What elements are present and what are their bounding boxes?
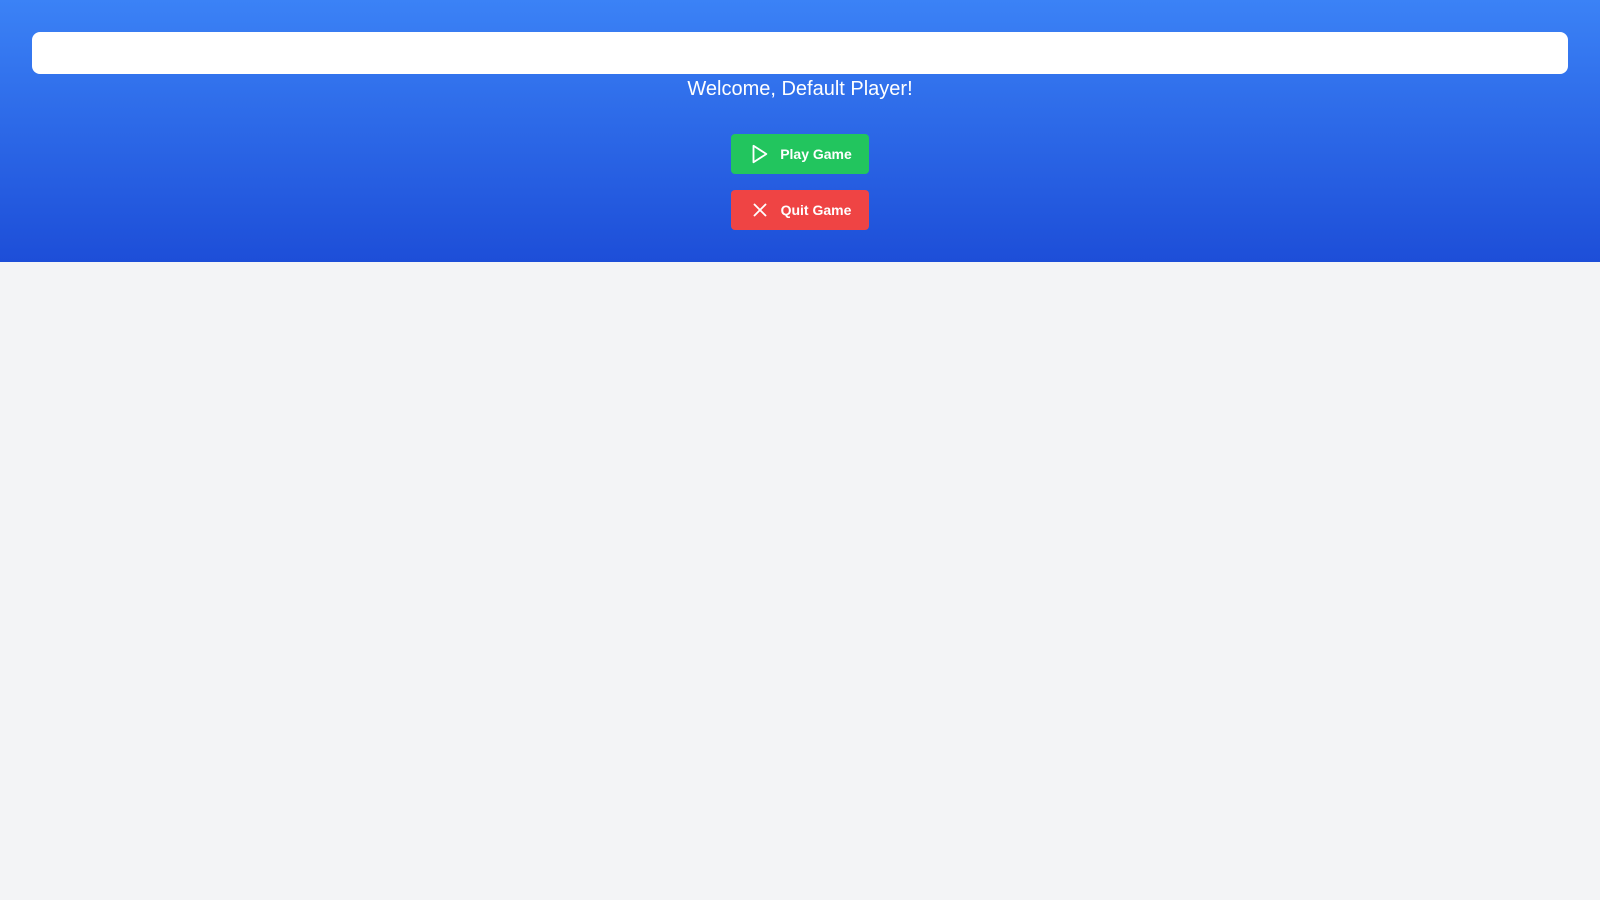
play-game-button[interactable]: Play Game: [731, 134, 869, 174]
top-bar: [32, 32, 1568, 74]
play-game-label: Play Game: [780, 146, 852, 162]
play-icon: [748, 143, 770, 165]
hero-banner: Welcome, Default Player! Play Game Quit …: [0, 0, 1600, 262]
quit-game-button[interactable]: Quit Game: [731, 190, 869, 230]
quit-game-label: Quit Game: [780, 202, 852, 218]
x-icon: [749, 199, 771, 221]
welcome-heading: Welcome, Default Player!: [687, 78, 913, 100]
